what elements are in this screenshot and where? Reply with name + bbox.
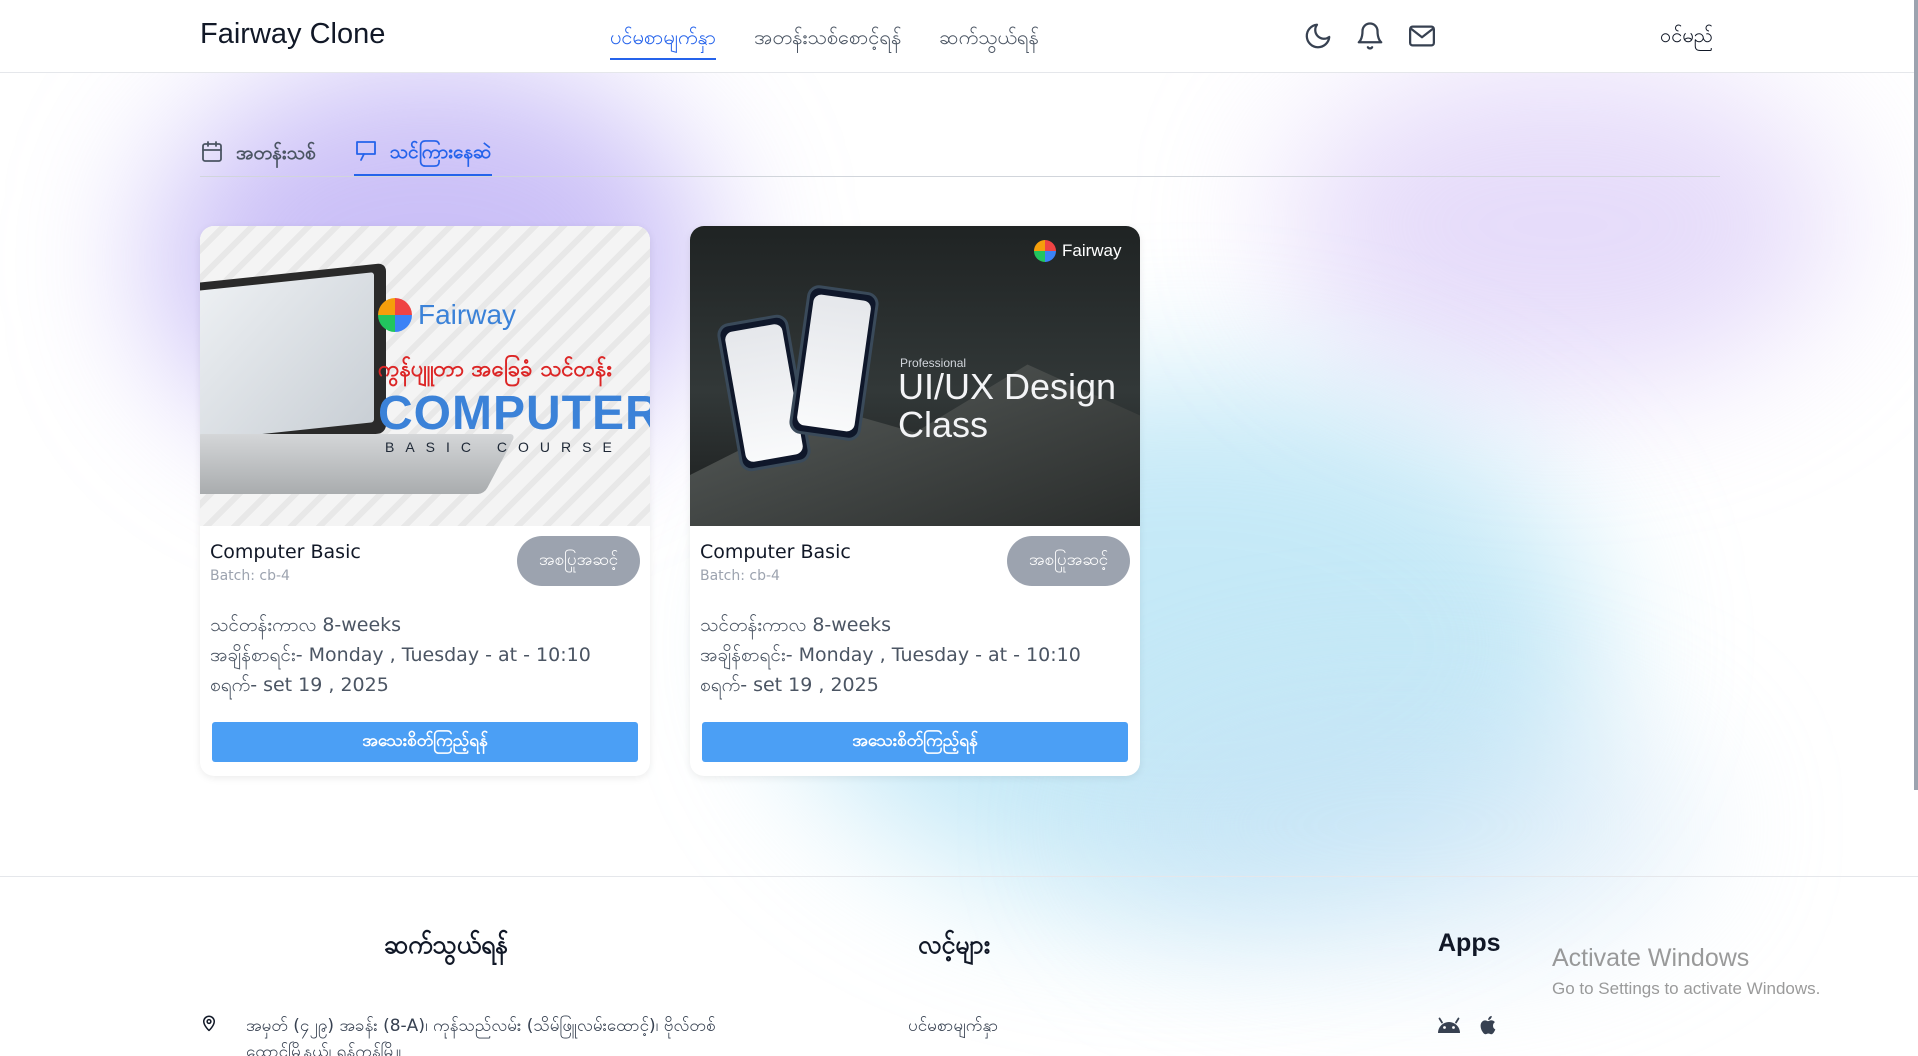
nav-upcoming-classes[interactable]: အတန်းသစ်စောင့်ရန် xyxy=(754,24,901,60)
course-start-date: စရက်- set 19 , 2025 xyxy=(210,674,389,696)
android-icon[interactable] xyxy=(1436,1013,1462,1041)
login-link[interactable]: ဝင်မည် xyxy=(1660,22,1713,52)
view-details-button[interactable]: အသေးစိတ်ကြည့်ရန် xyxy=(212,722,638,762)
course-list: Fairway ကွန်ပျူတာ အခြေခံ သင်တန်း COMPUTE… xyxy=(200,226,1140,776)
footer-contact-heading: ဆက်သွယ်ရန် xyxy=(384,930,509,959)
brand-logo[interactable]: Fairway Clone xyxy=(200,18,385,51)
course-schedule: အချိန်စာရင်း- Monday , Tuesday - at - 10… xyxy=(210,644,591,666)
phone-image xyxy=(787,283,881,443)
windows-activation-watermark: Activate Windows Go to Settings to activ… xyxy=(1552,944,1820,999)
thumb-subtitle: ကွန်ပျူတာ အခြေခံ သင်တန်း xyxy=(378,357,612,382)
course-thumbnail[interactable]: Fairway ကွန်ပျူတာ အခြေခံ သင်တန်း COMPUTE… xyxy=(200,226,650,526)
footer-app-icons xyxy=(1436,1013,1500,1041)
course-duration: သင်တန်းကာလ 8-weeks xyxy=(210,614,402,636)
moon-icon[interactable] xyxy=(1303,21,1333,51)
footer-link-home[interactable]: ပင်မစာမျက်နှာ xyxy=(908,1015,998,1040)
fairway-logo-text: Fairway xyxy=(1062,241,1122,260)
tab-label: သင်ကြားနေဆဲ xyxy=(389,140,492,163)
tab-new-classes[interactable]: အတန်းသစ် xyxy=(200,133,316,176)
course-tabs: အတန်းသစ် သင်ကြားနေဆဲ xyxy=(200,133,1720,177)
thumb-title: COMPUTER xyxy=(378,387,650,440)
course-start-date: စရက်- set 19 , 2025 xyxy=(700,674,879,696)
thumb-caption: BASIC COURSE xyxy=(385,439,623,455)
mail-icon[interactable] xyxy=(1407,21,1437,51)
course-card: Fairway Professional UI/UX Design Class … xyxy=(690,226,1140,776)
course-info: သင်တန်းကာလ 8-weeks အချိန်စာရင်း- Monday … xyxy=(700,610,1081,700)
footer-links-heading: လင့်များ xyxy=(918,930,991,959)
laptop-image xyxy=(200,262,386,456)
background-blob xyxy=(1280,60,1840,390)
nav-home[interactable]: ပင်မစာမျက်နှာ xyxy=(610,24,717,60)
watermark-subtitle: Go to Settings to activate Windows. xyxy=(1552,979,1821,998)
fairway-logo: Fairway xyxy=(1034,240,1122,262)
location-pin-icon xyxy=(200,1013,218,1056)
level-badge: အစပြုအဆင့် xyxy=(1007,536,1130,586)
thumb-title: UI/UX Design Class xyxy=(898,366,1117,445)
course-schedule: အချိန်စာရင်း- Monday , Tuesday - at - 10… xyxy=(700,644,1081,666)
fairway-logo-text: Fairway xyxy=(418,299,517,330)
main-nav: ပင်မစာမျက်နှာ အတန်းသစ်စောင့်ရန် ဆက်သွယ်ရ… xyxy=(610,24,1039,60)
nav-contact[interactable]: ဆက်သွယ်ရန် xyxy=(939,24,1039,60)
course-batch: Batch: cb-4 xyxy=(210,568,290,584)
course-batch: Batch: cb-4 xyxy=(700,568,780,584)
course-card: Fairway ကွန်ပျူတာ အခြေခံ သင်တန်း COMPUTE… xyxy=(200,226,650,776)
tab-label: အတန်းသစ် xyxy=(236,141,316,164)
address-text: အမှတ် (၄၂၉) အခန်း (8-A)၊ ကုန်သည်လမ်း (သိ… xyxy=(246,1016,716,1056)
course-duration: သင်တန်းကာလ 8-weeks xyxy=(700,614,892,636)
calendar-icon xyxy=(200,140,224,169)
watermark-title: Activate Windows xyxy=(1552,944,1750,972)
fairway-logo: Fairway xyxy=(378,298,516,332)
course-title: Computer Basic xyxy=(210,541,361,563)
course-title: Computer Basic xyxy=(700,541,851,563)
top-navbar: Fairway Clone ပင်မစာမျက်နှာ အတန်းသစ်စောင… xyxy=(0,0,1918,73)
header-icons xyxy=(1303,21,1437,51)
footer-address: အမှတ် (၄၂၉) အခန်း (8-A)၊ ကုန်သည်လမ်း (သိ… xyxy=(200,1013,726,1056)
view-details-button[interactable]: အသေးစိတ်ကြည့်ရန် xyxy=(702,722,1128,762)
course-thumbnail[interactable]: Fairway Professional UI/UX Design Class xyxy=(690,226,1140,526)
footer-apps-heading: Apps xyxy=(1438,929,1501,957)
fairway-logo-icon xyxy=(378,298,412,332)
level-badge: အစပြုအဆင့် xyxy=(517,536,640,586)
tab-ongoing-classes[interactable]: သင်ကြားနေဆဲ xyxy=(353,133,492,176)
course-info: သင်တန်းကာလ 8-weeks အချိန်စာရင်း- Monday … xyxy=(210,610,591,700)
scrollbar[interactable] xyxy=(1914,0,1918,790)
presentation-icon xyxy=(354,139,378,168)
apple-icon[interactable] xyxy=(1478,1013,1500,1041)
fairway-logo-icon xyxy=(1034,240,1056,262)
bell-icon[interactable] xyxy=(1355,21,1385,51)
